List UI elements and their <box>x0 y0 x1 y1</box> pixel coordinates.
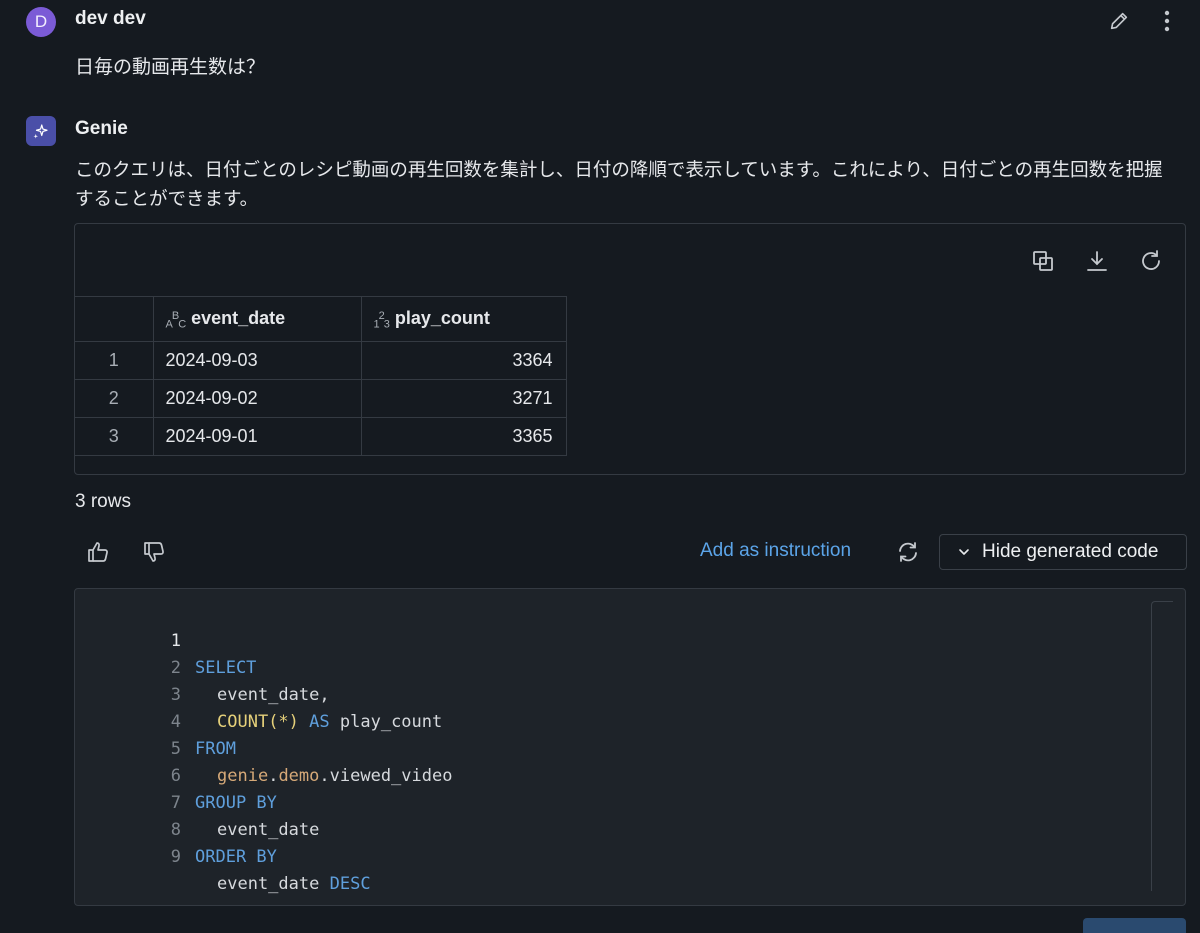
result-card: ABC event_date 123 play_count 1 2024-09-03… <box>74 223 1186 475</box>
regenerate-button[interactable] <box>894 537 922 567</box>
code-line: 3 COUNT(*) AS play_count <box>75 655 443 732</box>
code-line: 5 genie.demo.viewed_video <box>75 709 453 786</box>
code-line: 2 event_date, <box>75 628 330 705</box>
column-name: play_count <box>394 307 490 328</box>
table-row: 2 2024-09-02 3271 <box>75 379 567 418</box>
cell-event-date: 2024-09-02 <box>152 379 362 418</box>
sql-text: event_date <box>217 874 320 894</box>
copy-button[interactable] <box>1029 246 1057 276</box>
hide-code-label: Hide generated code <box>982 541 1159 562</box>
generated-code-block: 1 SELECT 2 event_date, 3 COUNT(*) AS pla… <box>74 588 1186 906</box>
genie-name: Genie <box>75 118 128 139</box>
add-as-instruction-link[interactable]: Add as instruction <box>700 540 851 562</box>
line-number: 6 <box>170 766 181 786</box>
code-line: 1 SELECT <box>75 601 257 678</box>
sql-text: event_date, <box>217 685 330 705</box>
copy-icon <box>1033 251 1053 271</box>
number-type-icon: 123 <box>373 309 390 331</box>
sql-keyword: AS <box>309 712 330 732</box>
sql-keyword: FROM <box>195 739 236 759</box>
line-number: 7 <box>170 793 181 813</box>
line-number: 1 <box>170 631 181 651</box>
row-index: 3 <box>75 417 154 456</box>
user-avatar: D <box>26 7 56 37</box>
kebab-menu-icon <box>1164 10 1170 32</box>
sql-args: (*) <box>268 712 299 732</box>
refresh-icon <box>1142 250 1160 270</box>
edit-button[interactable] <box>1106 6 1132 36</box>
genie-chat-page: D dev dev 日毎の動画再生数は？ Genie このクエリは、日付ごとのレ… <box>0 0 1200 933</box>
rerun-button[interactable] <box>1137 246 1165 276</box>
sql-alias: play_count <box>339 712 443 732</box>
row-index: 1 <box>75 341 154 380</box>
message-actions <box>1106 6 1180 36</box>
cell-event-date: 2024-09-03 <box>152 341 362 380</box>
column-header-event-date[interactable]: ABC event_date <box>152 296 362 342</box>
result-toolbar <box>1029 246 1165 276</box>
feedback-buttons <box>84 537 168 567</box>
line-number: 5 <box>170 739 181 759</box>
sql-function: COUNT <box>217 712 269 732</box>
code-line: 4 FROM <box>75 682 236 759</box>
genie-avatar <box>26 116 56 146</box>
sparkle-icon <box>33 124 48 139</box>
line-number: 8 <box>170 820 181 840</box>
sql-keyword: ORDER BY <box>195 847 277 867</box>
thumbs-up-button[interactable] <box>84 537 112 567</box>
row-count: 3 rows <box>75 491 131 512</box>
column-name: event_date <box>191 307 286 328</box>
sql-table: viewed_video <box>329 766 453 786</box>
sql-text: event_date <box>217 820 320 840</box>
sql-keyword: SELECT <box>195 658 257 678</box>
refresh-icon <box>899 542 917 562</box>
thumbs-down-icon <box>144 542 164 562</box>
chevron-down-icon <box>959 549 969 555</box>
sql-schema: demo <box>278 766 320 786</box>
thumbs-up-icon <box>88 542 108 562</box>
thumbs-down-button[interactable] <box>140 537 168 567</box>
table-row: 3 2024-09-01 3365 <box>75 417 567 456</box>
line-number: 3 <box>170 685 181 705</box>
code-scrollbar[interactable] <box>1151 601 1173 891</box>
sql-keyword: DESC <box>329 874 371 894</box>
string-type-icon: ABC <box>165 309 187 331</box>
genie-description: このクエリは、日付ごとのレシピ動画の再生回数を集計し、日付の降順で表示しています… <box>75 160 1163 210</box>
table-row: 1 2024-09-03 3364 <box>75 341 567 380</box>
line-number: 4 <box>170 712 181 732</box>
download-icon <box>1087 251 1107 271</box>
row-index: 2 <box>75 379 154 418</box>
hide-generated-code-button[interactable]: Hide generated code <box>939 534 1187 570</box>
results-table: ABC event_date 123 play_count 1 2024-09-03… <box>75 296 567 456</box>
user-name: dev dev <box>75 8 146 29</box>
table-header-row: ABC event_date 123 play_count <box>75 296 567 342</box>
code-line: 6 GROUP BY <box>75 736 277 813</box>
user-message: 日毎の動画再生数は？ <box>75 56 266 78</box>
cell-play-count: 3271 <box>360 379 567 418</box>
index-header <box>75 296 154 342</box>
code-line: 8 ORDER BY <box>75 790 277 867</box>
line-number: 9 <box>170 847 181 867</box>
sql-keyword: GROUP BY <box>195 793 277 813</box>
cell-play-count: 3365 <box>360 417 567 456</box>
bottom-action-button[interactable] <box>1083 918 1186 933</box>
pencil-icon <box>1110 12 1128 30</box>
download-button[interactable] <box>1083 246 1111 276</box>
cell-event-date: 2024-09-01 <box>152 417 362 456</box>
column-header-play-count[interactable]: 123 play_count <box>360 296 567 342</box>
sql-catalog: genie <box>217 766 269 786</box>
code-line: 9 event_date DESC <box>75 817 371 894</box>
cell-play-count: 3364 <box>360 341 567 380</box>
more-options-button[interactable] <box>1154 6 1180 36</box>
line-number: 2 <box>170 658 181 678</box>
code-line: 7 event_date <box>75 763 320 840</box>
